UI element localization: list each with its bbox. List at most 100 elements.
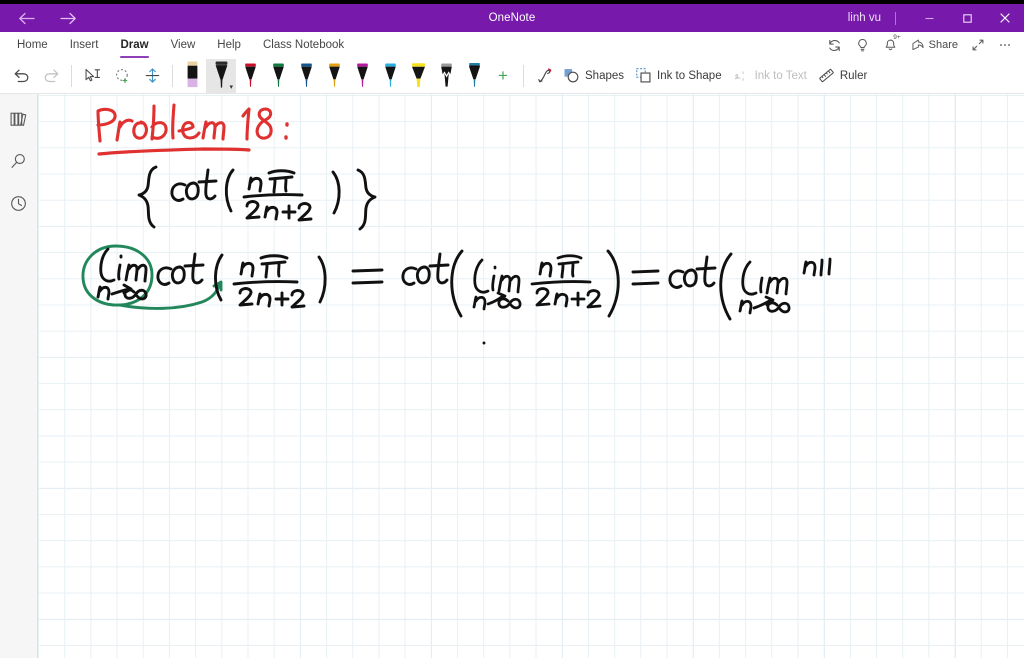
pen-magenta[interactable] xyxy=(348,59,376,93)
pen-icon xyxy=(468,62,480,87)
ribbon-quick-actions: 9+ Share xyxy=(821,32,1024,58)
redo-button[interactable] xyxy=(36,60,66,92)
lasso-select-icon xyxy=(115,68,128,83)
svg-text:a: a xyxy=(741,70,744,76)
ink-limit-operator-2 xyxy=(472,258,522,311)
tell-me-button[interactable] xyxy=(849,33,876,57)
share-icon xyxy=(912,39,924,51)
navigation-buttons xyxy=(0,5,86,31)
sidebar-item-recent-notes[interactable] xyxy=(4,190,34,216)
pen-gold[interactable] xyxy=(320,59,348,93)
sync-button[interactable] xyxy=(821,33,848,57)
tab-help[interactable]: Help xyxy=(206,32,252,58)
pen-icon xyxy=(328,63,340,87)
ink-replay-button[interactable] xyxy=(529,60,559,92)
expand-icon xyxy=(972,39,984,51)
pen-icon xyxy=(300,63,312,87)
pen-green[interactable] xyxy=(264,59,292,93)
ink-limit-operator-3 xyxy=(738,260,791,315)
redo-icon xyxy=(44,69,58,83)
tab-view[interactable]: View xyxy=(160,32,207,58)
pen-highlighter-lavender[interactable] xyxy=(178,59,206,93)
ink-to-shape-button[interactable]: Ink to Shape xyxy=(631,60,729,92)
workspace xyxy=(0,94,1024,658)
title-bar-right: linh vu xyxy=(848,4,1024,32)
sidebar-item-notebooks[interactable] xyxy=(4,106,34,132)
draw-ribbon: ▾ + Shapes Ink to Shape a a Ink to Text … xyxy=(0,58,1024,94)
ink-limit-operator-1 xyxy=(96,247,148,301)
ink-second-fraction xyxy=(530,254,602,309)
pencil-gray[interactable] xyxy=(432,59,460,93)
title-bar-divider xyxy=(895,11,896,25)
pencil-icon xyxy=(440,63,452,87)
ink-sequence-expression xyxy=(137,165,377,231)
tab-class-notebook[interactable]: Class Notebook xyxy=(252,32,355,58)
undo-icon xyxy=(14,69,28,83)
ruler-button[interactable]: Ruler xyxy=(814,60,874,92)
ruler-label: Ruler xyxy=(839,69,868,82)
forward-arrow-icon[interactable] xyxy=(50,5,86,31)
search-icon xyxy=(11,153,25,168)
notifications-button[interactable]: 9+ xyxy=(877,33,904,57)
pen-icon xyxy=(215,61,227,88)
pen-cyan[interactable] xyxy=(376,59,404,93)
more-options-button[interactable] xyxy=(992,33,1018,57)
back-arrow-icon[interactable] xyxy=(8,5,44,31)
ink-replay-icon xyxy=(537,68,551,82)
share-button[interactable]: Share xyxy=(905,33,964,57)
ink-to-text-button[interactable]: a a Ink to Text xyxy=(729,60,814,92)
shapes-icon xyxy=(564,69,579,83)
left-navigation-rail xyxy=(0,94,38,658)
pen-icon xyxy=(244,63,256,87)
pen-options-chevron-down-icon[interactable]: ▾ xyxy=(229,84,233,91)
pen-icon xyxy=(187,61,197,87)
undo-button[interactable] xyxy=(6,60,36,92)
ink-equation-tail xyxy=(606,249,733,321)
ellipsis-icon xyxy=(1000,44,1010,46)
ink-layer xyxy=(38,94,1024,658)
pen-blue[interactable] xyxy=(292,59,320,93)
highlighter-yellow[interactable] xyxy=(404,59,432,93)
lightbulb-icon xyxy=(857,38,867,51)
notification-badge: 9+ xyxy=(893,34,901,41)
share-label: Share xyxy=(928,39,958,51)
ink-to-shape-label: Ink to Shape xyxy=(657,69,722,82)
note-page-canvas[interactable] xyxy=(38,94,1024,658)
pen-teal[interactable] xyxy=(460,59,488,93)
text-select-cursor-icon xyxy=(85,68,100,81)
ribbon-tab-bar: Home Insert Draw View Help Class Noteboo… xyxy=(0,32,1024,58)
full-page-view-button[interactable] xyxy=(965,33,991,57)
account-name[interactable]: linh vu xyxy=(848,12,895,24)
shapes-button[interactable]: Shapes xyxy=(559,60,631,92)
ink-problem-heading xyxy=(96,103,289,156)
minimize-button[interactable] xyxy=(910,4,948,32)
ink-trailing-numerator xyxy=(802,257,832,277)
lasso-select-button[interactable] xyxy=(107,60,137,92)
ruler-icon xyxy=(819,68,834,83)
notebooks-icon xyxy=(10,112,27,126)
ink-to-text-icon: a a xyxy=(734,70,744,83)
sync-icon xyxy=(828,39,840,51)
onenote-window: OneNote linh vu Home Insert Draw View He… xyxy=(0,0,1024,658)
pen-black[interactable]: ▾ xyxy=(206,58,236,93)
close-button[interactable] xyxy=(986,4,1024,32)
title-bar: OneNote linh vu xyxy=(0,4,1024,32)
clock-icon xyxy=(11,195,26,211)
insert-space-icon xyxy=(145,67,159,83)
ribbon-divider-2 xyxy=(172,64,173,87)
insert-space-button[interactable] xyxy=(137,60,167,92)
tab-draw[interactable]: Draw xyxy=(109,32,159,58)
tab-home[interactable]: Home xyxy=(6,32,59,58)
tab-insert[interactable]: Insert xyxy=(59,32,110,58)
highlighter-icon xyxy=(411,62,425,87)
pen-red[interactable] xyxy=(236,59,264,93)
pen-gallery: ▾ + xyxy=(178,58,518,94)
maximize-restore-button[interactable] xyxy=(948,4,986,32)
handwritten-ink-strokes xyxy=(81,103,832,345)
pen-icon xyxy=(272,63,284,87)
ribbon-divider-1 xyxy=(71,64,72,87)
ink-to-text-select-button[interactable] xyxy=(77,60,107,92)
pen-icon xyxy=(384,63,396,87)
sidebar-item-search[interactable] xyxy=(4,148,34,174)
add-pen-button[interactable]: + xyxy=(488,59,518,93)
